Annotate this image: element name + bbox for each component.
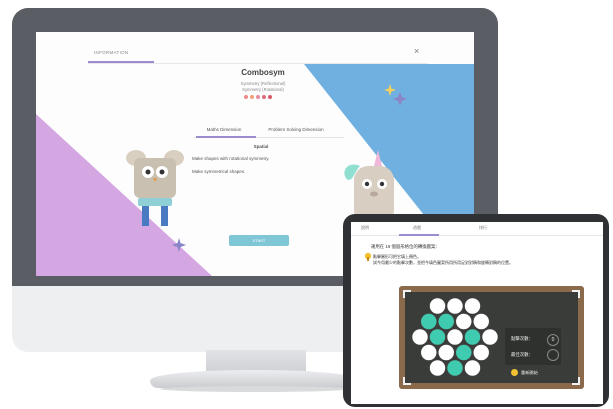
tablet-tab-game[interactable]: 遊戲 [413,225,421,231]
rating-dot [268,95,272,99]
game-title: Combosym [241,68,285,77]
grid-cell[interactable] [420,344,438,361]
grid-cell[interactable] [429,297,446,315]
description-text: Make shapes with rotational symmetry. [192,156,270,161]
rating-dot [262,95,266,99]
pointer-hand-icon [364,252,372,261]
grid-cell[interactable] [437,313,455,330]
tablet-tab-ranking[interactable]: 排行 [479,225,487,231]
grid-cell[interactable] [455,344,473,361]
grid-cell[interactable] [464,359,481,377]
best-count-label: 最佳次數： [511,352,533,357]
grid-cell[interactable] [446,328,464,346]
reset-label: 重新開始 [521,369,538,375]
board-corner-decoration [572,290,580,298]
rating-dot [250,95,254,99]
section-title: Spatial [253,144,269,149]
instruction-text: 點擊圓形可把它填上顏色。 試今用最少的點擊次數，並把今填色圖案所用所用足對對稱和… [373,254,513,266]
tab-maths-dimension[interactable]: Maths Dimension [196,127,252,132]
game-subtitle: Symmetry (Reflectional) [240,81,286,86]
click-count-value: 0 [547,334,559,346]
header-divider [88,63,428,64]
grid-cell[interactable] [429,359,446,377]
instruction-line: 試今用最少的點擊次數，並把今填色圖案所用所用足對對稱和旋轉對稱的位置。 [373,260,513,265]
board-corner-decoration [572,377,580,385]
best-count-value [547,349,559,361]
reset-button[interactable]: 重新開始 [511,369,538,376]
grid-cell[interactable] [464,297,481,315]
rating-dot [244,95,248,99]
start-button[interactable]: START [229,235,289,246]
tablet-tab-info[interactable]: 說明 [361,225,369,231]
grid-cell[interactable] [429,328,446,346]
grid-cell[interactable] [446,359,464,377]
description-text: Make symmetrical shapes. [192,169,246,174]
circle-grid [411,297,499,377]
tablet-header-divider [351,235,603,236]
question-text: 運用在 19 個圓形格位的轉換圖案： [371,244,440,249]
grid-cell[interactable] [437,344,455,361]
grid-cell[interactable] [464,328,481,346]
grid-cell[interactable] [472,344,490,361]
sparkle-icon [172,238,186,252]
game-subtitle: Symmetry (Rotational) [242,87,284,92]
monitor-stand-neck [206,350,306,372]
tab-active-indicator [196,136,256,138]
grid-cell[interactable] [481,328,499,346]
click-count-label: 點擊次數： [511,336,533,341]
sparkle-icon [384,84,407,106]
grid-cell[interactable] [420,313,438,330]
tab-problem-solving-dimension[interactable]: Problem Solving Dimension [258,127,334,132]
rating-dots [244,95,272,99]
grid-cell[interactable] [455,313,473,330]
grid-cell[interactable] [446,297,464,315]
tab-information[interactable]: INFORMATION [94,50,128,55]
owl-character-illustration [126,150,184,226]
tablet-screen: 說明 遊戲 排行 運用在 19 個圓形格位的轉換圖案： 點擊圓形可把它填上顏色。… [351,222,603,404]
grid-cell[interactable] [411,328,429,346]
rating-dot [256,95,260,99]
reset-icon [511,369,518,376]
close-icon[interactable]: × [414,46,419,56]
stand-shadow [160,386,350,392]
grid-cell[interactable] [472,313,490,330]
tab-active-indicator [399,234,439,236]
